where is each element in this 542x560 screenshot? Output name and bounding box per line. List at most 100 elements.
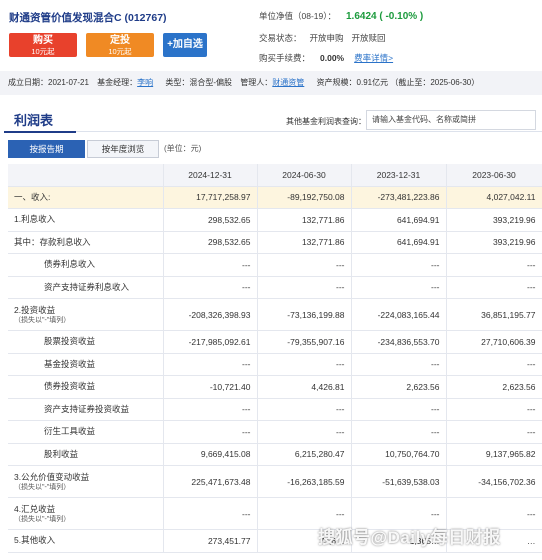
row-label-text: 债券利息收入 bbox=[44, 259, 96, 270]
table-cell: 393,219.96 bbox=[446, 208, 542, 232]
row-label: 资产支持证券投资收益 bbox=[8, 398, 164, 421]
row-label: 基金投资收益 bbox=[8, 353, 164, 376]
table-cell: --- bbox=[351, 420, 447, 444]
buy-button[interactable]: 购买 10元起 bbox=[9, 33, 77, 57]
manager-link[interactable]: 李响 bbox=[137, 78, 153, 87]
table-cell: 17,717,258.97 bbox=[163, 186, 258, 209]
table-cell: 298,532.65 bbox=[163, 208, 258, 232]
table-cell: 27,710,606.39 bbox=[446, 330, 542, 354]
row-label-text: 一、收入: bbox=[14, 191, 51, 202]
table-row: 债券投资收益 -10,721.40 4,426.81 2,623.56 2,623.56 bbox=[8, 375, 542, 399]
table-cell: 393,219.96 bbox=[446, 231, 542, 254]
nav-label: 单位净值（08-19）： bbox=[259, 11, 336, 21]
table-cell: 10,750,764.70 bbox=[351, 443, 447, 466]
trade-status-row: 交易状态： 开放申购 开放赎回 bbox=[259, 32, 394, 44]
table-cell: 9,137,965.82 bbox=[446, 443, 542, 466]
table-cell: --- bbox=[163, 276, 258, 299]
table-cell: --- bbox=[163, 497, 258, 530]
fee-detail-link[interactable]: 费率详情> bbox=[354, 53, 393, 63]
table-cell: -10,721.40 bbox=[163, 375, 258, 399]
row-label-text: 股票投资收益 bbox=[44, 336, 96, 347]
row-label: 债券投资收益 bbox=[8, 375, 164, 399]
row-label-text: 3.公允价值变动收益 bbox=[14, 471, 90, 482]
row-label: 3.公允价值变动收益 （损失以"-"填列） bbox=[8, 465, 164, 498]
row-label-text: 其中：存款利息收入 bbox=[14, 236, 91, 247]
tab-by-report-period[interactable]: 按报告期 bbox=[8, 140, 85, 158]
table-cell: --- bbox=[446, 253, 542, 277]
company-label: 管理人： bbox=[240, 78, 273, 87]
row-label-text: 2.投资收益 bbox=[14, 304, 56, 315]
row-label-note: （损失以"-"填列） bbox=[14, 515, 71, 523]
table-row: 股利收益 9,669,415.08 6,215,280.47 10,750,764.7… bbox=[8, 443, 542, 466]
row-label: 一、收入: bbox=[8, 186, 164, 209]
auto-invest-button[interactable]: 定投 10元起 bbox=[86, 33, 154, 57]
row-label-note: （损失以"-"填列） bbox=[14, 316, 71, 324]
table-cell: --- bbox=[446, 420, 542, 444]
table-row: 资产支持证券利息收入 --- --- --- --- bbox=[8, 276, 542, 299]
table-cell: 132,771.86 bbox=[257, 208, 352, 232]
row-label-text: 股利收益 bbox=[44, 448, 79, 459]
trade-status-label: 交易状态： bbox=[259, 33, 302, 43]
table-row: 股票投资收益 -217,985,092.61 -79,355,907.16 -234,… bbox=[8, 330, 542, 354]
row-label-text: 资产支持证券利息收入 bbox=[44, 281, 130, 292]
row-label-note: （损失以"-"填列） bbox=[14, 483, 71, 491]
table-cell: -89,192,750.08 bbox=[257, 186, 352, 209]
table-cell: --- bbox=[257, 276, 352, 299]
fund-search-input[interactable]: 请输入基金代码、名称或简拼 bbox=[366, 110, 536, 130]
tab-by-year[interactable]: 按年度浏览 bbox=[87, 140, 159, 158]
fee-value: 0.00% bbox=[320, 53, 345, 63]
status-redeem: 开放赎回 bbox=[351, 33, 386, 43]
table-cell: -217,985,092.61 bbox=[163, 330, 258, 354]
table-cell: --- bbox=[257, 253, 352, 277]
row-label-text: 4.汇兑收益 bbox=[14, 503, 56, 514]
table-cell: --- bbox=[351, 398, 447, 421]
table-cell: --- bbox=[163, 420, 258, 444]
other-fund-query-label: 其他基金利润表查询： bbox=[286, 117, 366, 126]
auto-invest-button-label: 定投 bbox=[110, 35, 130, 46]
table-cell: 9,669,415.08 bbox=[163, 443, 258, 466]
table-cell: -16,263,185.59 bbox=[257, 465, 352, 498]
table-row: 债券利息收入 --- --- --- --- bbox=[8, 253, 542, 277]
table-cell: -273,481,223.86 bbox=[351, 186, 447, 209]
row-label: 1.利息收入 bbox=[8, 208, 164, 232]
table-cell: -34,156,702.36 bbox=[446, 465, 542, 498]
column-header: 2024-06-30 bbox=[257, 164, 352, 187]
company-link[interactable]: 财通资管 bbox=[272, 78, 304, 87]
row-label-text: 5.其他收入 bbox=[14, 535, 56, 546]
table-cell: 132,771.86 bbox=[257, 231, 352, 254]
table-cell: --- bbox=[351, 253, 447, 277]
column-header: 2023-06-30 bbox=[446, 164, 542, 187]
table-cell: --- bbox=[351, 276, 447, 299]
row-label-text: 资产支持证券投资收益 bbox=[44, 403, 130, 414]
table-row: 其中：存款利息收入 298,532.65 132,771.86 641,694.91 3… bbox=[8, 231, 542, 254]
row-label: 债券利息收入 bbox=[8, 253, 164, 277]
row-label: 资产支持证券利息收入 bbox=[8, 276, 164, 299]
table-cell: 36,851,195.77 bbox=[446, 298, 542, 331]
table-cell: -208,326,398.93 bbox=[163, 298, 258, 331]
table-cell: 4,426.81 bbox=[257, 375, 352, 399]
table-cell: 2,623.56 bbox=[351, 375, 447, 399]
unit-label: (单位：元) bbox=[164, 144, 202, 153]
nav-value: 1.6424 ( -0.10% ) bbox=[346, 11, 424, 22]
table-cell: -79,355,907.16 bbox=[257, 330, 352, 354]
add-watchlist-button[interactable]: +加自选 bbox=[163, 33, 207, 57]
table-cell: 225,471,673.48 bbox=[163, 465, 258, 498]
table-row: 衍生工具收益 --- --- --- --- bbox=[8, 420, 542, 444]
row-label: 2.投资收益 （损失以"-"填列） bbox=[8, 298, 164, 331]
manager-label: 基金经理： bbox=[97, 78, 138, 87]
auto-invest-button-sub: 10元起 bbox=[108, 47, 132, 56]
table-row: 资产支持证券投资收益 --- --- --- --- bbox=[8, 398, 542, 421]
table-row: 基金投资收益 --- --- --- --- bbox=[8, 353, 542, 376]
table-cell: -224,083,165.44 bbox=[351, 298, 447, 331]
table-cell: 298,532.65 bbox=[163, 231, 258, 254]
fee-label: 购买手续费： bbox=[259, 53, 311, 63]
income-statement-table: 2024-12-31 2024-06-30 2023-12-31 2023-06… bbox=[8, 164, 542, 553]
table-cell: --- bbox=[446, 398, 542, 421]
table-cell: -234,836,553.70 bbox=[351, 330, 447, 354]
asset-scale: 资产规模：0.91亿元 （截止至：2025-06-30） bbox=[316, 78, 480, 87]
table-cell: --- bbox=[257, 398, 352, 421]
column-header bbox=[8, 164, 164, 187]
buy-button-sub: 10元起 bbox=[31, 47, 55, 56]
panel-title: 利润表 bbox=[14, 113, 54, 128]
fund-title: 财通资管价值发现混合C (012767) bbox=[9, 12, 167, 24]
